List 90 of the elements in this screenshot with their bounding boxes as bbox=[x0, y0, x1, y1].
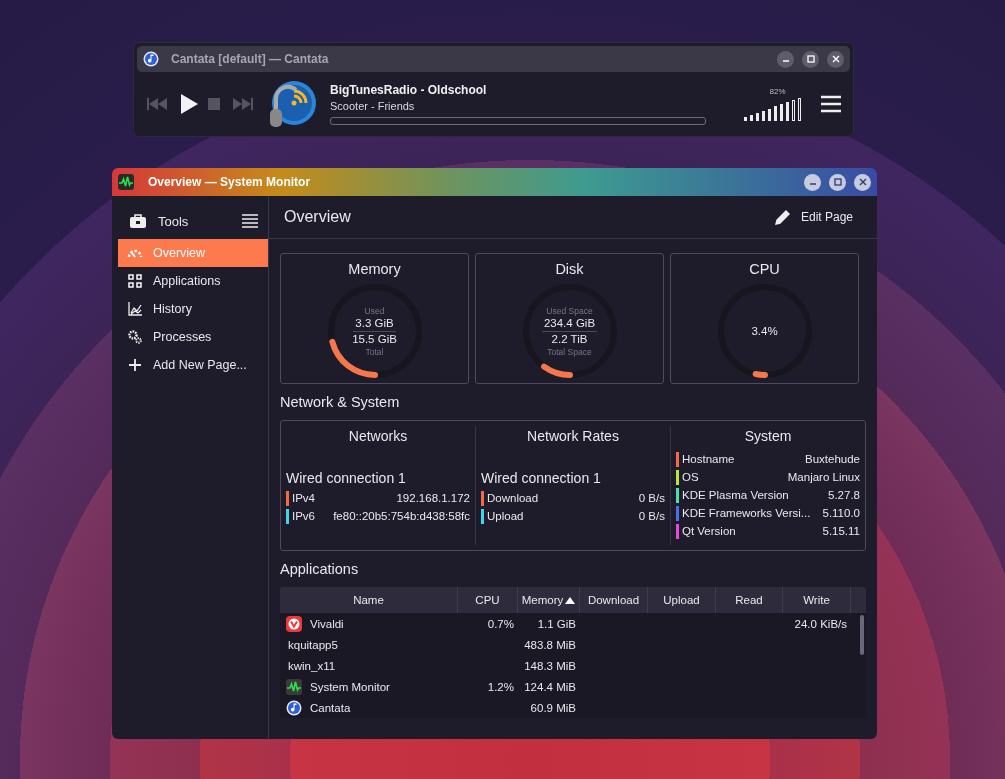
info-label: KDE Frameworks Versi... bbox=[682, 507, 811, 519]
gauge-value: 3.3 GiB bbox=[353, 315, 396, 332]
info-label: IPv6 bbox=[292, 510, 315, 522]
info-value: 192.168.1.172 bbox=[396, 492, 470, 504]
maximize-icon bbox=[805, 54, 816, 64]
table-cell: 1.1 GiB bbox=[537, 617, 576, 630]
gauge-label: Used bbox=[364, 305, 385, 316]
gauge-title: Memory bbox=[348, 261, 401, 277]
volume-reading: 82% bbox=[769, 86, 786, 96]
table-cell: 0.7% bbox=[487, 617, 514, 630]
close-button[interactable] bbox=[854, 173, 871, 191]
music-note-icon bbox=[286, 699, 302, 716]
maximize-icon bbox=[832, 177, 843, 187]
info-label: OS bbox=[682, 471, 699, 483]
info-value: 0 B/s bbox=[638, 510, 665, 522]
connection-name: Wired connection 1 bbox=[481, 470, 602, 486]
section-title: Network & System bbox=[280, 394, 401, 412]
sidebar-item[interactable]: Applications bbox=[118, 267, 268, 295]
table-cell: 124.4 MiB bbox=[524, 680, 576, 693]
gauge-label: Used Space bbox=[546, 305, 593, 316]
section-title: Applications bbox=[280, 561, 360, 579]
table-cell: kquitapp5 bbox=[288, 638, 338, 651]
close-icon bbox=[857, 177, 868, 187]
gears-icon bbox=[127, 330, 143, 344]
volume-slider[interactable] bbox=[744, 97, 801, 122]
table-cell: 60.9 MiB bbox=[530, 701, 576, 714]
panel-title: System bbox=[743, 428, 793, 446]
progress-bar[interactable] bbox=[330, 117, 706, 125]
menu-icon[interactable] bbox=[242, 214, 258, 228]
gauge-total: 15.5 GiB bbox=[352, 331, 397, 347]
table-cell: 148.3 MiB bbox=[524, 659, 576, 672]
info-value: Buxtehude bbox=[805, 453, 860, 465]
table-cell: kwin_x11 bbox=[288, 659, 336, 672]
close-icon bbox=[830, 54, 841, 64]
track-title: Scooter - Friends bbox=[330, 100, 416, 112]
gauge-value: 234.4 GiB bbox=[541, 315, 598, 332]
maximize-button[interactable] bbox=[802, 50, 819, 68]
table-cell: Vivaldi bbox=[310, 617, 344, 630]
gauge-label: Total bbox=[365, 346, 384, 357]
info-label: Qt Version bbox=[682, 525, 736, 537]
sidebar-item[interactable]: Add New Page... bbox=[118, 351, 268, 379]
panel-title: Network Rates bbox=[526, 428, 620, 446]
waveform-icon bbox=[118, 174, 134, 190]
gauge-value: 3.4% bbox=[751, 323, 778, 339]
info-value: 5.27.8 bbox=[828, 489, 860, 501]
menu-icon[interactable] bbox=[821, 95, 841, 113]
page-title: Overview bbox=[284, 208, 351, 226]
minimize-button[interactable] bbox=[777, 50, 794, 68]
station-title: BigTunesRadio - Oldschool bbox=[330, 83, 488, 97]
close-button[interactable] bbox=[827, 50, 844, 68]
table-cell: System Monitor bbox=[310, 680, 390, 693]
table-cell: 483.8 MiB bbox=[524, 638, 576, 651]
info-value: fe80::20b5:754b:d438:58fc bbox=[333, 510, 470, 522]
sidebar-title: Tools bbox=[158, 213, 189, 229]
line-chart-icon bbox=[127, 302, 143, 316]
gauge-title: CPU bbox=[749, 261, 780, 277]
sort-arrow-icon bbox=[565, 596, 576, 604]
sidebar-item[interactable]: History bbox=[118, 295, 268, 323]
grid-icon bbox=[127, 274, 143, 288]
gauge-label: Total Space bbox=[547, 346, 592, 357]
info-value: 5.15.11 bbox=[822, 525, 860, 537]
edit-page-button[interactable]: Edit Page bbox=[770, 205, 857, 229]
window-title: Overview — System Monitor bbox=[148, 175, 311, 189]
info-label: Upload bbox=[487, 510, 524, 522]
play-button[interactable] bbox=[180, 94, 198, 114]
table-cell: 1.2% bbox=[487, 680, 514, 693]
info-value: 0 B/s bbox=[638, 492, 665, 504]
toolbox-icon bbox=[130, 214, 146, 228]
table-cell: Cantata bbox=[310, 701, 351, 714]
waveform-icon bbox=[286, 678, 302, 695]
window-title: Cantata [default] — Cantata bbox=[171, 52, 329, 66]
plus-icon bbox=[127, 359, 143, 371]
connection-name: Wired connection 1 bbox=[286, 470, 407, 486]
maximize-button[interactable] bbox=[829, 173, 846, 191]
pencil-icon bbox=[774, 209, 791, 225]
minimize-button[interactable] bbox=[804, 173, 821, 191]
music-note-icon bbox=[143, 51, 159, 67]
panel-title: Networks bbox=[347, 428, 409, 446]
gauge-icon bbox=[127, 247, 143, 259]
info-value: Manjaro Linux bbox=[787, 471, 860, 483]
table-cell: 24.0 KiB/s bbox=[794, 617, 847, 630]
info-label: KDE Plasma Version bbox=[682, 489, 789, 501]
info-label: IPv4 bbox=[292, 492, 315, 504]
info-label: Hostname bbox=[682, 453, 735, 465]
info-value: 5.110.0 bbox=[822, 507, 860, 519]
v-logo-icon bbox=[286, 615, 302, 632]
gauge-title: Disk bbox=[555, 261, 584, 277]
gauge-total: 2.2 TiB bbox=[551, 331, 588, 347]
sidebar-item[interactable]: Processes bbox=[118, 323, 268, 351]
info-label: Download bbox=[487, 492, 539, 504]
